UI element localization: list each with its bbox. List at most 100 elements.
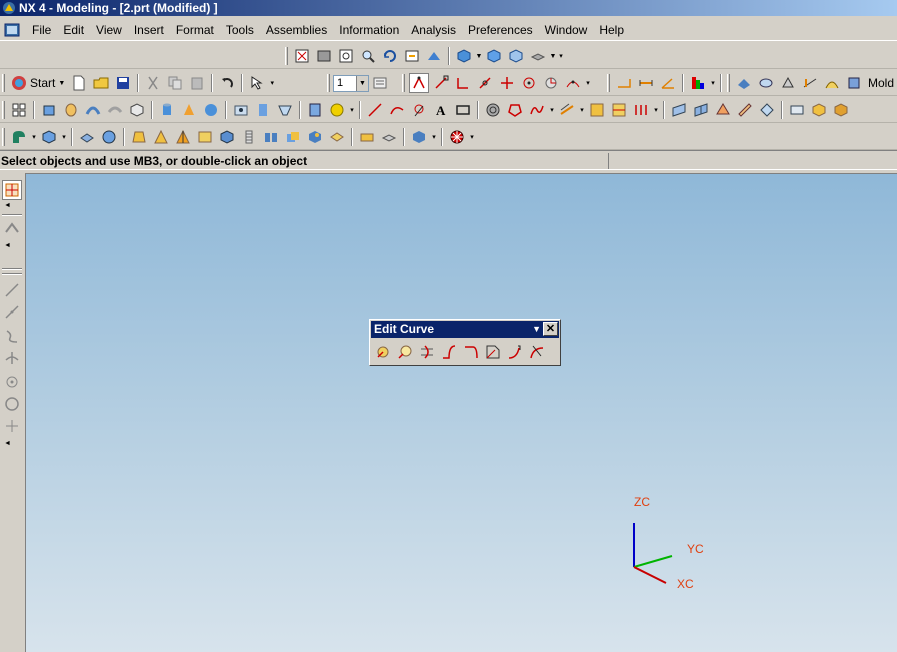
model-navigator-icon[interactable] [9, 100, 29, 120]
menu-tools[interactable]: Tools [220, 19, 260, 41]
menu-format[interactable]: Format [170, 19, 220, 41]
chevron-down-icon[interactable]: ▾ [430, 127, 438, 147]
shaded-view-icon[interactable] [454, 46, 474, 66]
cone-icon[interactable] [179, 100, 199, 120]
save-icon[interactable] [113, 73, 133, 93]
hole-icon[interactable] [231, 100, 251, 120]
control-point-icon[interactable] [475, 73, 495, 93]
menu-window[interactable]: Window [539, 19, 594, 41]
perspective-icon[interactable] [424, 46, 444, 66]
spiral-icon[interactable] [483, 100, 503, 120]
toolbar-grip[interactable] [2, 128, 5, 146]
shape-studio-icon[interactable] [9, 127, 29, 147]
trimmed-sheet-icon[interactable] [831, 100, 851, 120]
menu-analysis[interactable]: Analysis [405, 19, 462, 41]
chevron-down-icon[interactable]: ▼ [532, 321, 541, 338]
toolbar-grip[interactable] [285, 47, 288, 65]
menu-edit[interactable]: Edit [57, 19, 90, 41]
n-sided-surface-icon[interactable] [757, 100, 777, 120]
datum-point-icon[interactable] [2, 416, 22, 436]
block-icon[interactable] [127, 100, 147, 120]
quadrant-point-icon[interactable] [541, 73, 561, 93]
boss-icon[interactable] [253, 100, 273, 120]
paste-icon[interactable] [187, 73, 207, 93]
edit-curve-titlebar[interactable]: Edit Curve ▼ ✕ [371, 321, 559, 338]
wrap-geometry-icon[interactable] [447, 127, 467, 147]
sketch-icon[interactable] [2, 180, 22, 200]
toolbar-grip[interactable] [2, 74, 5, 92]
start-button[interactable]: Start ▼ [8, 73, 68, 93]
graphics-window[interactable] [25, 173, 897, 652]
line-icon[interactable] [365, 100, 385, 120]
chevron-down-icon[interactable]: ▾ [709, 73, 717, 93]
circle-point-icon[interactable] [409, 100, 429, 120]
profile-icon[interactable] [2, 280, 22, 300]
curve-length-icon[interactable] [526, 341, 548, 363]
menu-help[interactable]: Help [593, 19, 630, 41]
end-point-icon[interactable] [431, 73, 451, 93]
trim-body-icon[interactable] [151, 127, 171, 147]
cylinder-icon[interactable] [157, 100, 177, 120]
arc-center-icon[interactable] [519, 73, 539, 93]
menu-file[interactable]: File [26, 19, 57, 41]
trim-corner-icon[interactable] [438, 341, 460, 363]
through-mesh-icon[interactable] [691, 100, 711, 120]
datum-sphere-icon[interactable] [327, 100, 347, 120]
sphere-icon[interactable] [201, 100, 221, 120]
point-on-curve-icon[interactable] [563, 73, 583, 93]
chevron-down-icon[interactable]: ▾ [557, 46, 565, 66]
offset-curve-icon[interactable] [557, 100, 577, 120]
stretch-curve-icon[interactable] [504, 341, 526, 363]
revolve-icon[interactable] [61, 100, 81, 120]
menu-view[interactable]: View [90, 19, 128, 41]
toolbar-grip[interactable] [607, 74, 610, 92]
patch-icon[interactable] [217, 127, 237, 147]
zoom-icon[interactable] [336, 46, 356, 66]
wireframe-view-icon[interactable] [506, 46, 526, 66]
mold-parting-icon[interactable] [800, 73, 820, 93]
hidden-edges-icon[interactable] [528, 46, 548, 66]
mold-core-icon[interactable] [778, 73, 798, 93]
wcs-triad[interactable]: ZC YC XC [610, 490, 730, 600]
new-file-icon[interactable] [69, 73, 89, 93]
offset-face-icon[interactable] [379, 127, 399, 147]
chevron-down-icon[interactable]: ▾ [652, 100, 660, 120]
point-tool-icon[interactable] [2, 372, 22, 392]
undo-icon[interactable] [217, 73, 237, 93]
rectangle-icon[interactable] [453, 100, 473, 120]
analysis-color-icon[interactable] [688, 73, 708, 93]
document-icon[interactable] [4, 22, 22, 38]
circle-tool-icon[interactable] [2, 394, 22, 414]
measure-angle-icon[interactable] [658, 73, 678, 93]
chevron-down-icon[interactable]: ▾ [584, 73, 592, 93]
measure-length-icon[interactable] [636, 73, 656, 93]
toolbar-grip[interactable] [2, 101, 5, 119]
mold-cooling-icon[interactable] [844, 73, 864, 93]
through-curves-icon[interactable] [669, 100, 689, 120]
snap-point-icon[interactable] [409, 73, 429, 93]
fit-icon[interactable] [292, 46, 312, 66]
menu-insert[interactable]: Insert [128, 19, 170, 41]
thread-icon[interactable] [239, 127, 259, 147]
project-curve-icon[interactable] [587, 100, 607, 120]
chevron-down-icon[interactable]: ▾ [348, 100, 356, 120]
chevron-down-icon[interactable]: ▾ [60, 127, 68, 147]
chevron-down-icon[interactable]: ▾ [468, 127, 476, 147]
chevron-down-icon[interactable]: ▾ [268, 73, 276, 93]
sketch-constraint-icon[interactable] [2, 218, 22, 238]
line-tool-icon[interactable] [2, 302, 22, 322]
mold-wizard-icon[interactable] [734, 73, 754, 93]
rotate-icon[interactable] [380, 46, 400, 66]
pan-icon[interactable] [402, 46, 422, 66]
arc-tool-icon[interactable] [2, 326, 22, 346]
datum-plane-icon[interactable] [305, 100, 325, 120]
text-icon[interactable]: A [431, 100, 451, 120]
edit-curve-icon[interactable] [394, 341, 416, 363]
copy-icon[interactable] [165, 73, 185, 93]
chevron-left-icon[interactable]: ◄ [4, 440, 11, 447]
polygon-icon[interactable] [505, 100, 525, 120]
chevron-down-icon[interactable]: ▾ [548, 100, 556, 120]
zoom-in-out-icon[interactable] [358, 46, 378, 66]
tube-icon[interactable] [105, 100, 125, 120]
sew-icon[interactable] [195, 127, 215, 147]
